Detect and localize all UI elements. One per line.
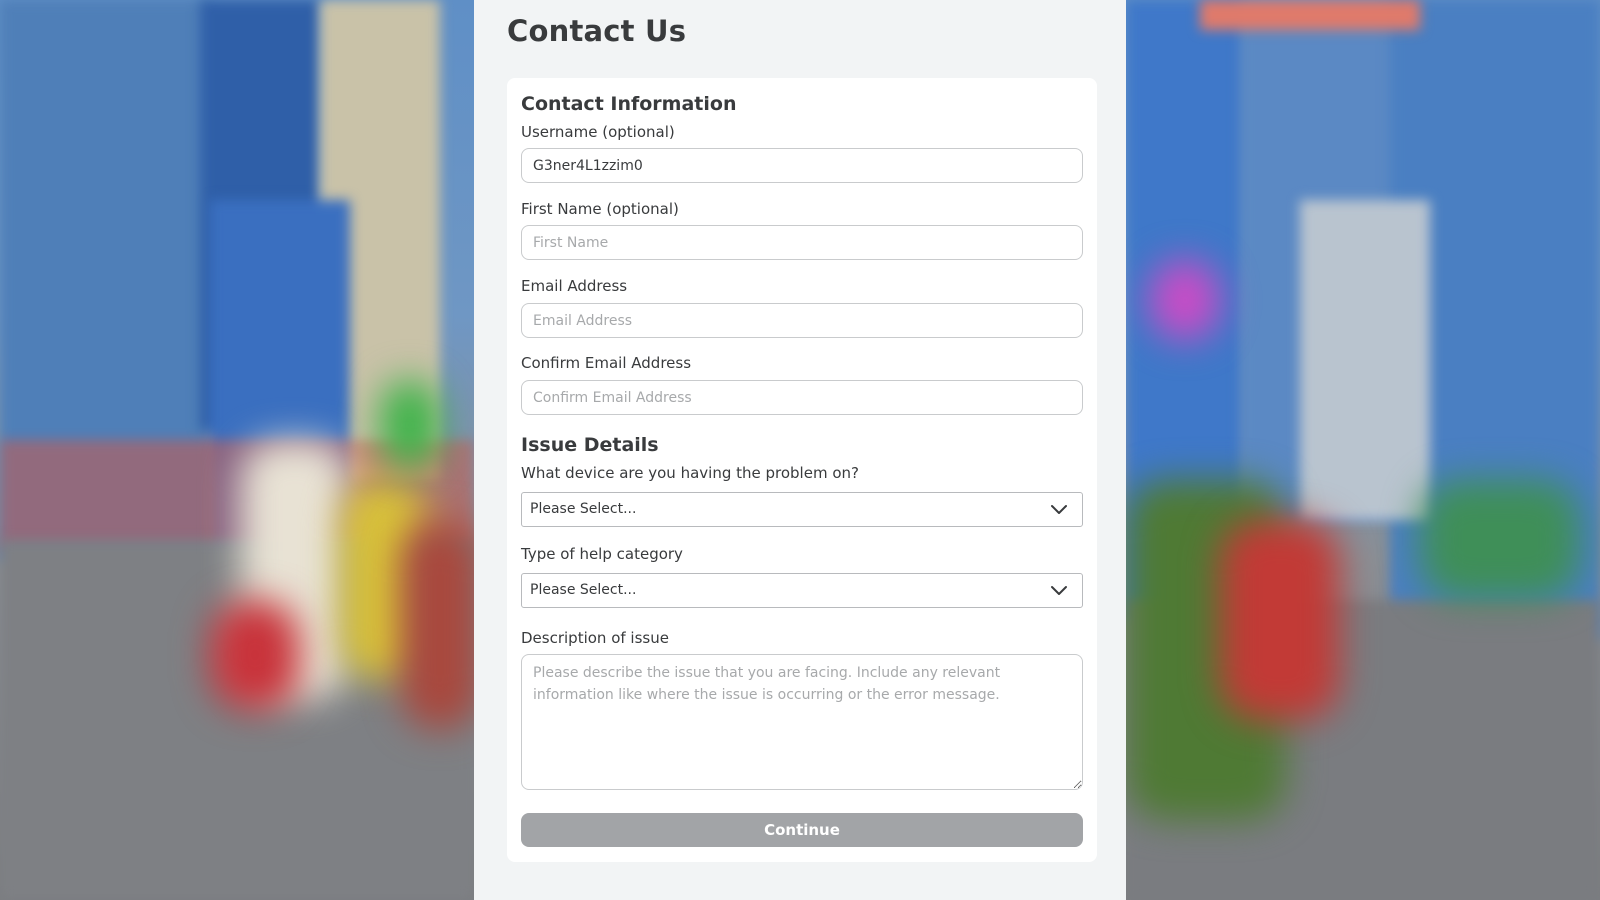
page-title: Contact Us (507, 14, 687, 48)
description-textarea[interactable] (521, 654, 1083, 790)
help-category-label: Type of help category (521, 545, 683, 563)
device-select[interactable]: Please Select... (521, 492, 1083, 527)
email-label: Email Address (521, 277, 628, 295)
chevron-down-icon (1051, 586, 1067, 595)
contact-form-card: Contact Information Username (optional) … (507, 78, 1097, 862)
issue-details-heading: Issue Details (521, 434, 659, 456)
device-select-value: Please Select... (530, 501, 637, 517)
confirm-email-input[interactable] (521, 380, 1083, 415)
contact-panel: Contact Us Contact Information Username … (474, 0, 1126, 900)
email-input[interactable] (521, 303, 1083, 338)
contact-information-heading: Contact Information (521, 93, 737, 115)
help-category-select[interactable]: Please Select... (521, 573, 1083, 608)
first-name-input[interactable] (521, 225, 1083, 260)
description-label: Description of issue (521, 629, 669, 647)
username-input[interactable] (521, 148, 1083, 183)
chevron-down-icon (1051, 505, 1067, 514)
first-name-label: First Name (optional) (521, 200, 679, 218)
confirm-email-label: Confirm Email Address (521, 354, 692, 372)
username-label: Username (optional) (521, 123, 675, 141)
device-label: What device are you having the problem o… (521, 464, 859, 482)
help-category-select-value: Please Select... (530, 582, 637, 598)
continue-button[interactable]: Continue (521, 813, 1083, 847)
